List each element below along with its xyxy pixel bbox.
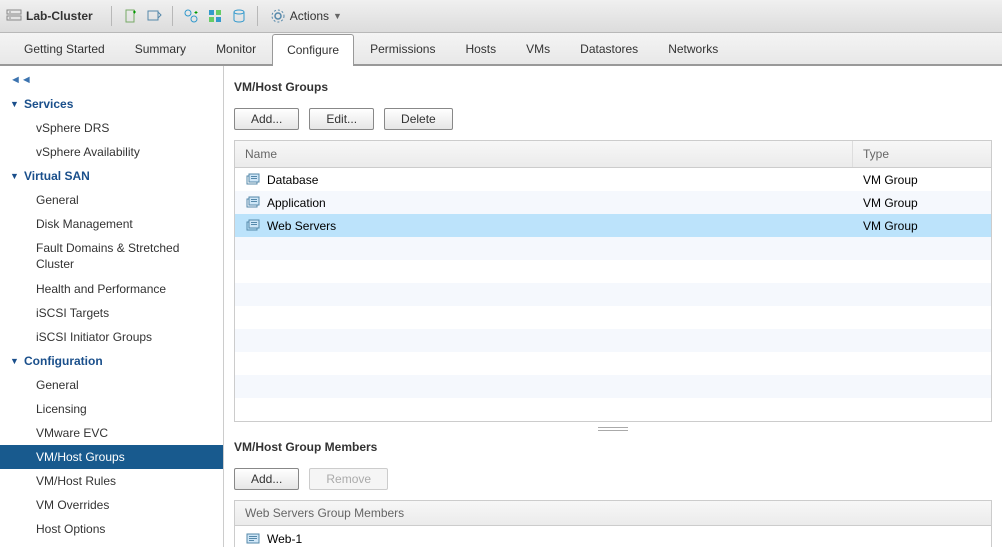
- table-row-empty: [235, 329, 991, 352]
- members-panel: VM/Host Group Members Add... Remove Web …: [234, 440, 992, 547]
- sidebar-item-general[interactable]: General: [0, 188, 223, 212]
- tab-permissions[interactable]: Permissions: [356, 34, 449, 64]
- table-row-empty: [235, 306, 991, 329]
- tab-networks[interactable]: Networks: [654, 34, 732, 64]
- sidebar-section-label: Virtual SAN: [24, 169, 90, 183]
- sidebar-item-health-and-performance[interactable]: Health and Performance: [0, 277, 223, 301]
- separator: [172, 6, 173, 26]
- sidebar-section-services[interactable]: ▼ Services: [0, 92, 223, 116]
- tab-configure[interactable]: Configure: [272, 34, 354, 66]
- sidebar-item-vm-overrides[interactable]: VM Overrides: [0, 493, 223, 517]
- groups-edit-button[interactable]: Edit...: [309, 108, 374, 130]
- cell-type: VM Group: [853, 168, 991, 191]
- sidebar-item-general[interactable]: General: [0, 373, 223, 397]
- add-host-icon[interactable]: [122, 8, 138, 24]
- table-row-empty: [235, 260, 991, 283]
- member-name: Web-1: [267, 532, 302, 546]
- sidebar-section-label: Services: [24, 97, 73, 111]
- chevron-down-icon: ▼: [10, 356, 20, 366]
- sidebar-section-virtual-san[interactable]: ▼ Virtual SAN: [0, 164, 223, 188]
- chevron-down-icon: ▼: [10, 99, 20, 109]
- cell-type: VM Group: [853, 214, 991, 237]
- groups-button-row: Add... Edit... Delete: [234, 108, 992, 130]
- vm-group-icon: [245, 218, 261, 234]
- separator: [111, 6, 112, 26]
- chevron-down-icon: ▼: [333, 11, 342, 21]
- groups-grid: Name Type Database VM Group Application VM …: [234, 140, 992, 422]
- table-row-empty: [235, 237, 991, 260]
- vm-group-icon: [245, 172, 261, 188]
- groups-add-button[interactable]: Add...: [234, 108, 299, 130]
- sidebar-item-iscsi-targets[interactable]: iSCSI Targets: [0, 301, 223, 325]
- new-vm-icon[interactable]: [146, 8, 162, 24]
- actions-button[interactable]: Actions ▼: [270, 8, 342, 24]
- cell-name: Database: [235, 168, 853, 191]
- chevron-down-icon: ▼: [10, 171, 20, 181]
- toolbar: Lab-Cluster Actions ▼: [0, 0, 1002, 33]
- cluster-icon: [6, 8, 22, 24]
- sidebar-item-fault-domains-stretched-cluster[interactable]: Fault Domains & Stretched Cluster: [0, 236, 223, 277]
- table-row-empty: [235, 352, 991, 375]
- tab-monitor[interactable]: Monitor: [202, 34, 270, 64]
- tab-vms[interactable]: VMs: [512, 34, 564, 64]
- col-type-header[interactable]: Type: [853, 141, 991, 167]
- table-row[interactable]: Application VM Group: [235, 191, 991, 214]
- table-row-empty: [235, 375, 991, 398]
- members-body: Web-1: [234, 525, 992, 547]
- content: VM/Host Groups Add... Edit... Delete Nam…: [224, 66, 1002, 547]
- groups-title: VM/Host Groups: [234, 80, 992, 94]
- tabs: Getting StartedSummaryMonitorConfigurePe…: [0, 33, 1002, 66]
- tab-summary[interactable]: Summary: [121, 34, 200, 64]
- new-datastore-icon[interactable]: [231, 8, 247, 24]
- groups-grid-header: Name Type: [235, 141, 991, 168]
- col-name-header[interactable]: Name: [235, 141, 853, 167]
- table-row-empty: [235, 398, 991, 421]
- row-name-text: Web Servers: [267, 219, 336, 233]
- members-header: Web Servers Group Members: [234, 500, 992, 525]
- sidebar-item-disk-management[interactable]: Disk Management: [0, 212, 223, 236]
- tab-datastores[interactable]: Datastores: [566, 34, 652, 64]
- vm-icon: [245, 531, 261, 547]
- sidebar-item-vsphere-drs[interactable]: vSphere DRS: [0, 116, 223, 140]
- sidebar-item-vsphere-availability[interactable]: vSphere Availability: [0, 140, 223, 164]
- actions-label: Actions: [290, 9, 329, 23]
- splitter[interactable]: [234, 422, 992, 436]
- tab-getting-started[interactable]: Getting Started: [10, 34, 119, 64]
- members-add-button[interactable]: Add...: [234, 468, 299, 490]
- sidebar: ◄◄ ▼ Services vSphere DRSvSphere Availabil…: [0, 66, 224, 547]
- table-row[interactable]: Web Servers VM Group: [235, 214, 991, 237]
- new-vapp-icon[interactable]: [207, 8, 223, 24]
- vm-group-icon: [245, 195, 261, 211]
- separator: [257, 6, 258, 26]
- table-row-empty: [235, 283, 991, 306]
- member-row[interactable]: Web-1: [235, 526, 991, 547]
- collapse-sidebar-icon[interactable]: ◄◄: [0, 74, 223, 92]
- sidebar-item-licensing[interactable]: Licensing: [0, 397, 223, 421]
- sidebar-item-vm-host-groups[interactable]: VM/Host Groups: [0, 445, 223, 469]
- cell-name: Application: [235, 191, 853, 214]
- tab-hosts[interactable]: Hosts: [451, 34, 510, 64]
- members-remove-button[interactable]: Remove: [309, 468, 388, 490]
- members-button-row: Add... Remove: [234, 468, 992, 490]
- table-row[interactable]: Database VM Group: [235, 168, 991, 191]
- sidebar-item-host-options[interactable]: Host Options: [0, 517, 223, 541]
- sidebar-item-vm-host-rules[interactable]: VM/Host Rules: [0, 469, 223, 493]
- members-title: VM/Host Group Members: [234, 440, 992, 454]
- row-name-text: Application: [267, 196, 326, 210]
- sidebar-section-configuration[interactable]: ▼ Configuration: [0, 349, 223, 373]
- row-name-text: Database: [267, 173, 318, 187]
- cluster-name: Lab-Cluster: [26, 9, 93, 23]
- sidebar-item-vmware-evc[interactable]: VMware EVC: [0, 421, 223, 445]
- sidebar-section-label: Configuration: [24, 354, 103, 368]
- gear-icon: [270, 8, 286, 24]
- groups-delete-button[interactable]: Delete: [384, 108, 453, 130]
- new-resource-pool-icon[interactable]: [183, 8, 199, 24]
- cell-name: Web Servers: [235, 214, 853, 237]
- cell-type: VM Group: [853, 191, 991, 214]
- sidebar-item-iscsi-initiator-groups[interactable]: iSCSI Initiator Groups: [0, 325, 223, 349]
